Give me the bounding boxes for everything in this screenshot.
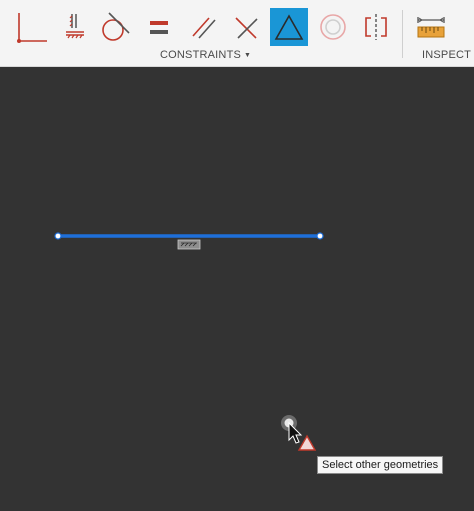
sketch-line-start-point[interactable] [54,232,62,240]
toolbar: CONSTRAINTS ▼ INSPECT ▼ [0,0,474,67]
constraints-group-label[interactable]: CONSTRAINTS ▼ [160,49,251,61]
pick-cursor-icon [281,415,303,444]
parallel-icon [192,17,216,39]
toolbar-separator [402,10,403,58]
fix-unfix-icon [274,14,304,40]
fix-unfix-tool[interactable] [270,8,308,46]
measure-tool[interactable] [412,8,450,46]
constraints-label-text: CONSTRAINTS [160,49,242,61]
caret-down-icon: ▼ [244,51,252,59]
tangent-tool[interactable] [96,8,134,46]
horizontal-vertical-icon [66,14,84,39]
horizontal-vertical-tool[interactable] [56,8,94,46]
tangent-icon [102,12,130,41]
perpendicular-icon [235,17,258,39]
fix-constraint-cursor-icon [297,434,317,451]
sketch-canvas[interactable] [0,67,474,506]
horizontal-constraint-icon[interactable] [177,239,201,250]
tooltip: Select other geometries [317,456,444,474]
perpendicular-tool[interactable] [228,8,266,46]
coincident-tool[interactable] [12,8,50,46]
sketch-geometry [54,232,324,451]
equal-icon [150,21,168,34]
concentric-icon [320,14,346,40]
symmetry-tool[interactable] [357,8,395,46]
concentric-tool[interactable] [314,8,352,46]
parallel-tool[interactable] [185,8,223,46]
inspect-label-text: INSPECT [422,49,472,61]
measure-icon [417,17,445,38]
inspect-group-label[interactable]: INSPECT ▼ [422,49,474,61]
symmetry-icon [365,14,387,40]
coincident-icon [17,13,47,43]
sketch-line-end-point[interactable] [316,232,324,240]
equal-tool[interactable] [140,8,178,46]
